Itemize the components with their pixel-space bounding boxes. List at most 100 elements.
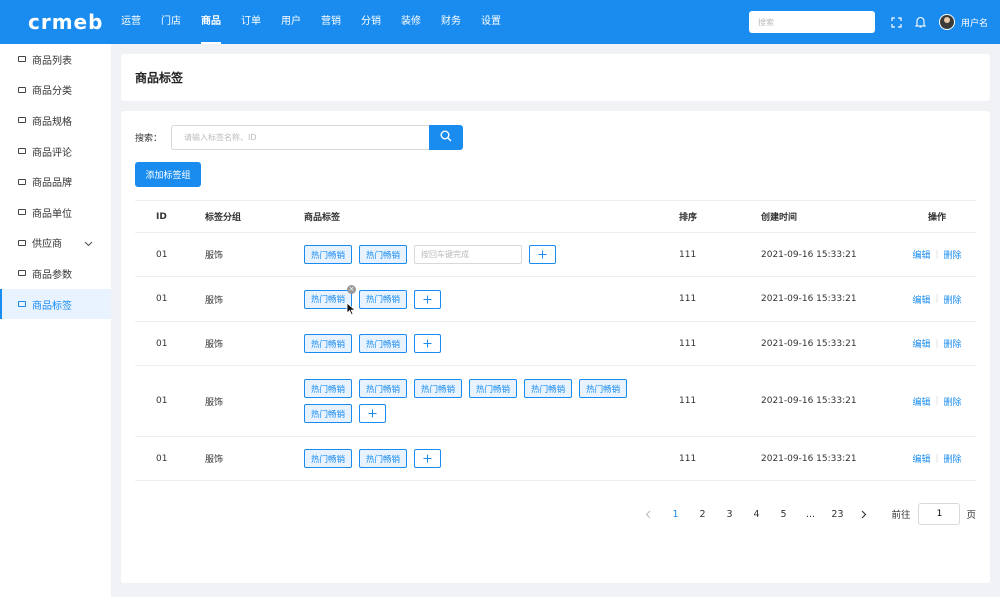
ops-divider: | [935,249,939,260]
prev-page-icon[interactable] [637,503,659,525]
tag-chip[interactable]: 热门畅销 [359,379,408,398]
delete-link[interactable]: 删除 [944,248,962,261]
tag-chip[interactable]: 热门畅销 [304,449,353,468]
menu-square-icon [18,270,26,277]
sidebar-item-label: 商品单位 [32,208,72,220]
plus-icon [423,295,432,303]
chevron-down-icon[interactable] [84,239,93,250]
goto-label: 前往 [891,510,911,521]
sidebar-item[interactable]: 供应商 [0,228,111,259]
delete-link[interactable]: 删除 [944,395,962,408]
sidebar-item[interactable]: 商品规格 [0,105,111,136]
tag-label: 热门畅销 [311,339,346,350]
edit-link[interactable]: 编辑 [912,248,930,261]
tag-chip[interactable]: 热门畅销 [304,379,353,398]
edit-link[interactable]: 编辑 [912,395,930,408]
topnav-item[interactable]: 分销 [351,0,391,44]
top-bar: crmeb 运营门店商品订单用户营销分销装修财务设置 用户名 [0,0,1000,44]
sidebar-item[interactable]: 商品单位 [0,197,111,228]
remove-tag-icon[interactable]: × [347,284,357,294]
topnav-item[interactable]: 装修 [391,0,431,44]
sidebar-item[interactable]: 商品评论 [0,136,111,167]
topnav-item[interactable]: 营销 [311,0,351,44]
sidebar-item[interactable]: 商品品牌 [0,166,111,197]
global-search-input[interactable] [748,11,875,33]
tag-chip[interactable]: 热门畅销 [359,245,408,264]
edit-link[interactable]: 编辑 [912,293,930,306]
tag-chip[interactable]: 热门畅销 [359,289,408,309]
mouse-cursor-icon [346,302,356,316]
tag-chip[interactable]: 热门畅销 [524,379,573,398]
main-card: 搜索： 添加标签组 ID 标签分组 商品标签 排序 创建时间 操作 01服饰热门… [121,111,990,583]
header-time: 创建时间 [761,213,798,223]
topnav-item[interactable]: 财务 [431,0,471,44]
search-icon [440,130,452,145]
cell-tags: 热门畅销 热门畅销 [304,437,649,480]
search-row: 搜索： [135,125,464,150]
tag-chip[interactable]: 热门畅销 × [304,284,357,309]
goto-page-input[interactable] [918,503,961,525]
tag-label: 热门畅销 [531,384,566,395]
page-number[interactable]: 2 [691,503,713,525]
brand-logo[interactable]: crmeb [0,10,111,34]
page-number[interactable]: 1 [664,503,686,525]
tag-chip[interactable]: 热门畅销 [579,379,628,398]
new-tag-input[interactable] [414,245,523,264]
tag-list: 热门畅销 × 热门畅销 [304,284,442,309]
topnav-item[interactable]: 门店 [151,0,191,44]
tag-list: 热门畅销 热门畅销 [304,245,557,264]
edit-link[interactable]: 编辑 [912,337,930,350]
sidebar: 商品列表商品分类商品规格 商品评论 商品品牌商品单位供应商 商品参数商品标签 [0,44,111,597]
page-number[interactable]: 23 [826,503,848,525]
topnav-item[interactable]: 用户 [271,0,311,44]
topnav-item[interactable]: 运营 [111,0,151,44]
username[interactable]: 用户名 [961,16,988,29]
menu-square-icon [18,56,26,63]
add-tag-button[interactable] [359,404,387,423]
tag-chip[interactable]: 热门畅销 [304,245,353,264]
add-tag-button[interactable] [529,245,557,264]
add-tag-button[interactable] [414,289,442,309]
delete-link[interactable]: 删除 [944,452,962,465]
next-page-icon[interactable] [853,503,875,525]
tag-chip[interactable]: 热门畅销 [304,404,353,423]
sidebar-item-label: 商品分类 [32,86,72,98]
sidebar-item[interactable]: 商品列表 [0,44,111,75]
tag-label: 热门畅销 [311,250,346,261]
delete-link[interactable]: 删除 [944,337,962,350]
cell-time: 2021-09-16 15:33:21 [761,396,857,406]
tag-chip[interactable]: 热门畅销 [304,334,353,353]
cell-id: 01 [156,453,168,464]
tag-chip[interactable]: 热门畅销 [469,379,518,398]
tag-chip[interactable]: 热门畅销 [359,334,408,353]
delete-link[interactable]: 删除 [944,293,962,306]
tag-chip[interactable]: 热门畅销 [359,449,408,468]
add-tag-button[interactable] [414,334,442,353]
page-number[interactable]: 3 [718,503,740,525]
fullscreen-icon[interactable] [889,14,905,30]
topnav-item[interactable]: 商品 [191,0,231,44]
topnav-item[interactable]: 设置 [471,0,511,44]
add-tag-group-button[interactable]: 添加标签组 [135,162,201,187]
sidebar-item[interactable]: 商品分类 [0,75,111,106]
search-button[interactable] [429,125,464,150]
ops-divider: | [935,453,939,464]
cell-group: 服饰 [205,251,224,261]
bell-icon[interactable] [913,14,929,30]
tag-chip[interactable]: 热门畅销 [414,379,463,398]
sidebar-item[interactable]: 商品标签 [0,288,111,320]
page-number: ... [805,508,815,520]
sidebar-item[interactable]: 商品参数 [0,258,111,289]
add-tag-button[interactable] [414,449,442,468]
avatar[interactable] [938,14,955,30]
plus-icon [538,250,547,259]
edit-link[interactable]: 编辑 [912,452,930,465]
table-row: 01 服饰 热门畅销 热门畅销 111 2021-09-16 15:33:21 编辑 | 删除 [135,437,976,481]
page-number[interactable]: 4 [745,503,767,525]
ops-divider: | [935,396,939,406]
page-number[interactable]: 5 [772,503,794,525]
topnav-item[interactable]: 订单 [231,0,271,44]
sidebar-item-label: 商品标签 [32,300,72,312]
search-input[interactable] [171,125,430,150]
cell-group: 服饰 [205,340,224,350]
